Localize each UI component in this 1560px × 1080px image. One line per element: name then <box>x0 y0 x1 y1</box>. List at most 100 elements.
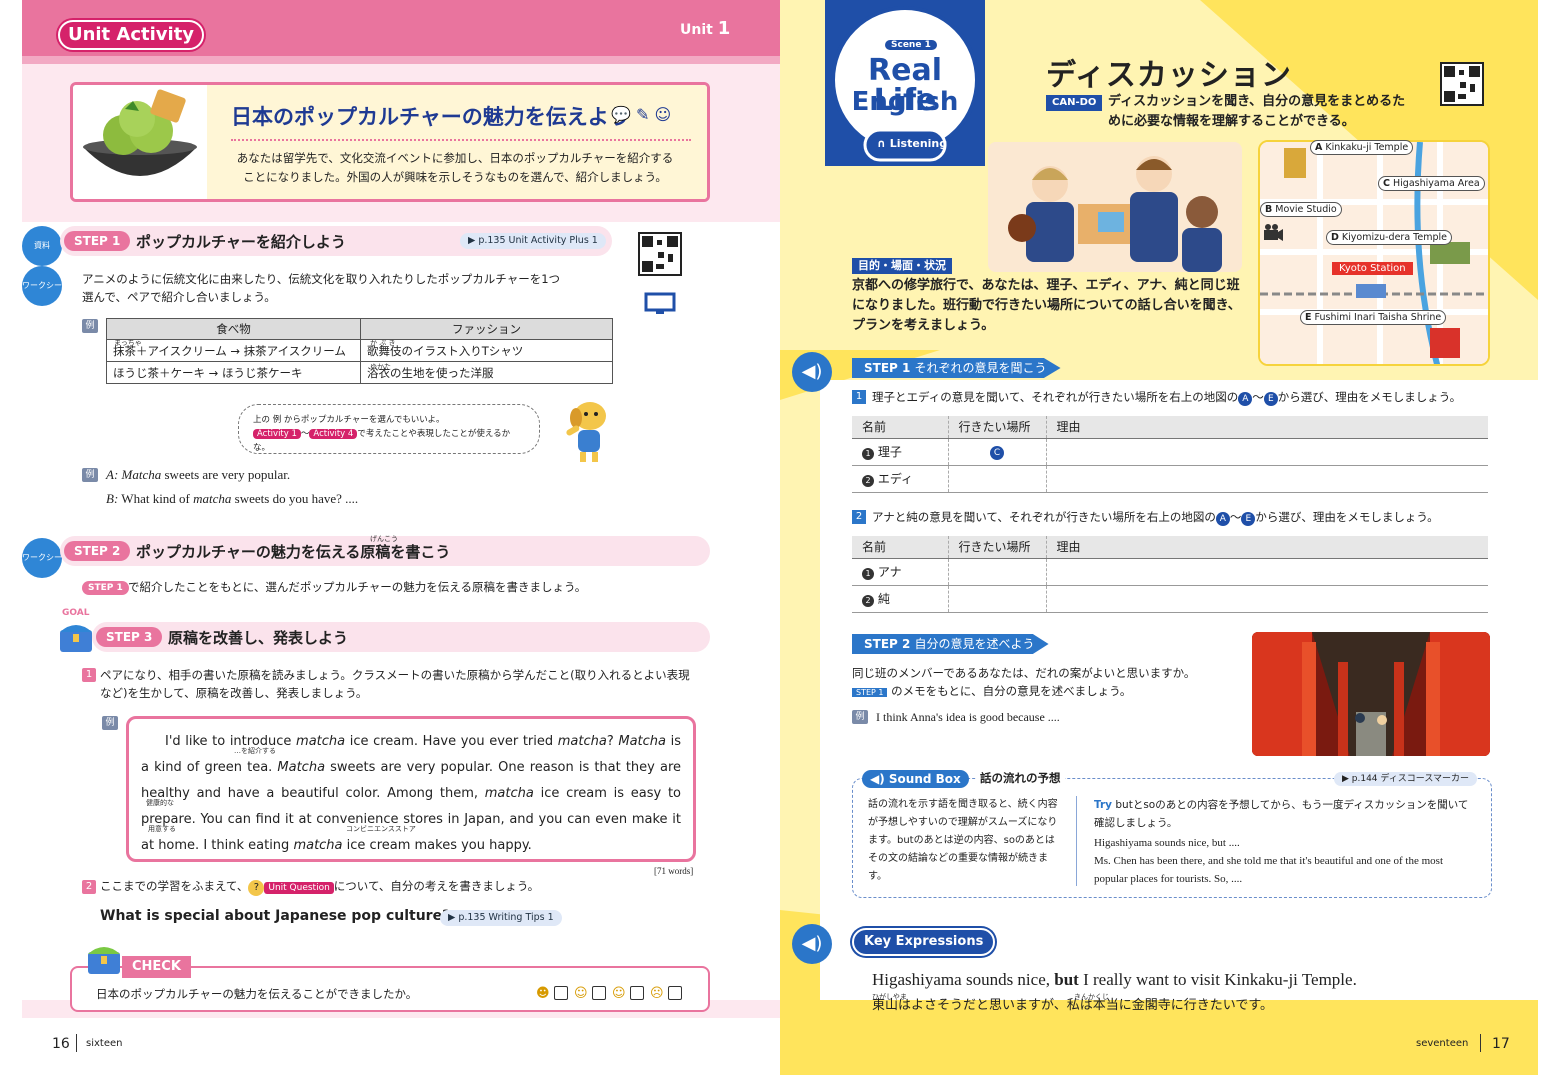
pencil-icon: ✎ <box>636 105 650 124</box>
letter-e-badge: E <box>1241 512 1256 526</box>
intro-title: 日本のポップカルチャーの魅力を伝えよう <box>231 105 630 129</box>
step3-item1-text: ペアになり、相手の書いた原稿を読みましょう。クラスメートの書いた原稿から学んだこ… <box>100 668 690 700</box>
check-text: 日本のポップカルチャーの魅力を伝えることができましたか。 <box>96 987 418 1001</box>
right-item2-text: アナと純の意見を聞いて、それぞれが行きたい場所を右上の地図の A 〜 E から選び、理由… <box>872 508 1492 526</box>
document-icon[interactable]: 資料 <box>22 226 62 266</box>
place-cell[interactable] <box>947 558 1046 586</box>
italic-term: matcha <box>484 786 534 801</box>
right-step1-label: STEP 1 <box>864 361 911 375</box>
right-item2-number: 2 <box>852 510 866 524</box>
happy-face-icon: ☺ <box>574 986 588 1001</box>
monitor-icon[interactable] <box>644 292 676 316</box>
neutral-face-icon: ☺ <box>612 986 626 1001</box>
self-check-box-4[interactable] <box>668 986 682 1000</box>
reason-cell[interactable] <box>1045 585 1488 613</box>
speech-line-2: Activity 1 〜 Activity 4 で考えたことや表現したことが使えるかな… <box>253 427 525 455</box>
table-header-name: 名前 <box>852 536 948 559</box>
gloss-prepare: 用意する <box>148 825 176 833</box>
table-row: 2 エディ <box>852 465 1488 493</box>
right-step2-example: I think Anna's idea is good because .... <box>876 710 1060 724</box>
reason-cell[interactable] <box>1045 465 1488 493</box>
step2-pill: STEP 2 <box>64 541 131 561</box>
step3-item2-text: ここまでの学習をふまえて、? Unit Question について、自分の考えを書き… <box>100 877 700 897</box>
right-step1-title: それぞれの意見を聞こう <box>914 361 1047 375</box>
dog-mascot-image <box>560 398 616 464</box>
listening-label: ∩ Listening <box>877 137 947 150</box>
map-label-e: E Fushimi Inari Taisha Shrine <box>1300 310 1447 325</box>
name-text: アナ <box>877 565 902 579</box>
sound-box-badge: ◀) Sound Box <box>862 770 969 788</box>
dialog-line-a: A: Matcha sweets are very popular. <box>106 466 290 484</box>
writing-tips-link[interactable]: ▶ p.135 Writing Tips 1 <box>440 910 562 926</box>
try-example-1: Higashiyama sounds nice, but .... <box>1094 837 1240 849</box>
text2: のメモをもとに、自分の意見を述べましょう。 <box>891 684 1132 698</box>
listening-text: Listening <box>889 137 948 150</box>
italic-term: matcha <box>296 734 346 749</box>
dialog-a-rest: sweets are very popular. <box>164 467 291 482</box>
scene-label: Scene 1 <box>885 40 937 50</box>
italic-term: matcha <box>557 734 607 749</box>
place-cell[interactable] <box>947 465 1046 493</box>
italic-term: Matcha <box>618 734 666 749</box>
step1-pill: STEP 1 <box>64 231 131 251</box>
treasure-chest-icon <box>56 618 96 654</box>
map-letter-e: E <box>1305 312 1312 323</box>
audio-speaker-icon[interactable]: ◀) <box>792 352 832 392</box>
worksheet-icon[interactable]: ワークシート <box>22 266 62 330</box>
right-step1-pill: STEP 1 それぞれの意見を聞こう <box>852 358 1061 378</box>
self-check-box-2[interactable] <box>592 986 606 1000</box>
table-cell: 歌舞伎のイラスト入りTシャツ <box>360 339 613 362</box>
intro-divider <box>231 139 691 141</box>
sound-box-try: Try butとsoのあとの内容を予想してから、もう一度ディスカッションを聞いて… <box>1094 796 1478 888</box>
real-life-english-badge: Scene 1 Real Life English ∩ Listening <box>825 0 985 166</box>
sound-box-divider <box>1076 796 1077 886</box>
step3-rei-badge: 例 <box>102 716 118 730</box>
place-cell[interactable]: C <box>947 438 1046 466</box>
word-count: [71 words] <box>654 866 694 876</box>
right-step2-text1: 同じ班のメンバーであるあなたは、だれの案がよいと思いますか。 <box>852 666 1196 680</box>
table-header-name: 名前 <box>852 416 948 439</box>
step3-item1-number: 1 <box>82 668 96 682</box>
qr-code-icon[interactable] <box>1440 62 1484 106</box>
right-footer-divider <box>1480 1034 1481 1052</box>
listening-table-1: 名前 行きたい場所 理由 1 理子 C 2 エディ <box>852 416 1488 493</box>
step1-ref-link[interactable]: ▶ p.135 Unit Activity Plus 1 <box>460 233 606 249</box>
cando-badge: CAN-DO <box>1046 95 1103 111</box>
row-number: 2 <box>862 475 874 487</box>
map-label-d: D Kiyomizu-dera Temple <box>1326 230 1452 245</box>
table-cell: ほうじ茶＋ケーキ → ほうじ茶ケーキ <box>106 361 361 384</box>
self-check-box-3[interactable] <box>630 986 644 1000</box>
fushimi-inari-torii-photo <box>1252 632 1490 756</box>
item1-pre: 理子とエディの意見を聞いて、それぞれが行きたい場所を右上の地図の <box>872 390 1239 404</box>
table-row: 抹茶＋アイスクリーム → 抹茶アイスクリーム 歌舞伎のイラスト入りTシャツ <box>106 339 613 362</box>
left-header-stripe <box>22 56 780 64</box>
discourse-marker-link[interactable]: ▶ p.144 ディスコースマーカー <box>1334 772 1478 786</box>
listening-table-2: 名前 行きたい場所 理由 1 アナ 2 純 <box>852 536 1488 613</box>
table-header-fashion: ファッション <box>360 318 613 340</box>
range-tilde: 〜 <box>1229 510 1242 524</box>
step1-rei-badge: 例 <box>82 319 98 333</box>
map-letter-c: C <box>1383 178 1390 189</box>
place-cell[interactable] <box>947 585 1046 613</box>
letter-a-badge: A <box>1215 512 1230 526</box>
intro-icons: 💬 ✎ ☺ <box>611 105 671 124</box>
worksheet-icon[interactable]: ワークシート <box>22 538 62 602</box>
name-cell: 2 エディ <box>852 465 948 493</box>
self-check-box-1[interactable] <box>554 986 568 1000</box>
reason-cell[interactable] <box>1045 438 1488 466</box>
reason-cell[interactable] <box>1045 558 1488 586</box>
italic-term: matcha <box>293 838 343 853</box>
step1-example-table: 食べ物 ファッション 抹茶＋アイスクリーム → 抹茶アイスクリーム 歌舞伎のイラ… <box>106 318 613 384</box>
key-expression-japanese: 東山はよさそうだと思いますが、私は本当に金閣寺に行きたいです。 <box>872 998 1274 1013</box>
qr-code-icon[interactable] <box>638 232 682 276</box>
right-item1-number: 1 <box>852 390 866 404</box>
kyoto-station-label: Kyoto Station <box>1332 262 1413 275</box>
dialog-b-italic: matcha <box>193 491 232 506</box>
step2-title: ポップカルチャーの魅力を伝える原稿を書こう <box>136 543 451 561</box>
goal-label: GOAL <box>62 608 90 618</box>
place-answer: C <box>990 445 1004 460</box>
try-label: Try <box>1094 799 1113 811</box>
map-text-b: Movie Studio <box>1275 204 1337 215</box>
audio-speaker-icon[interactable]: ◀) <box>792 924 832 964</box>
range-tilde: 〜 <box>1252 390 1264 404</box>
